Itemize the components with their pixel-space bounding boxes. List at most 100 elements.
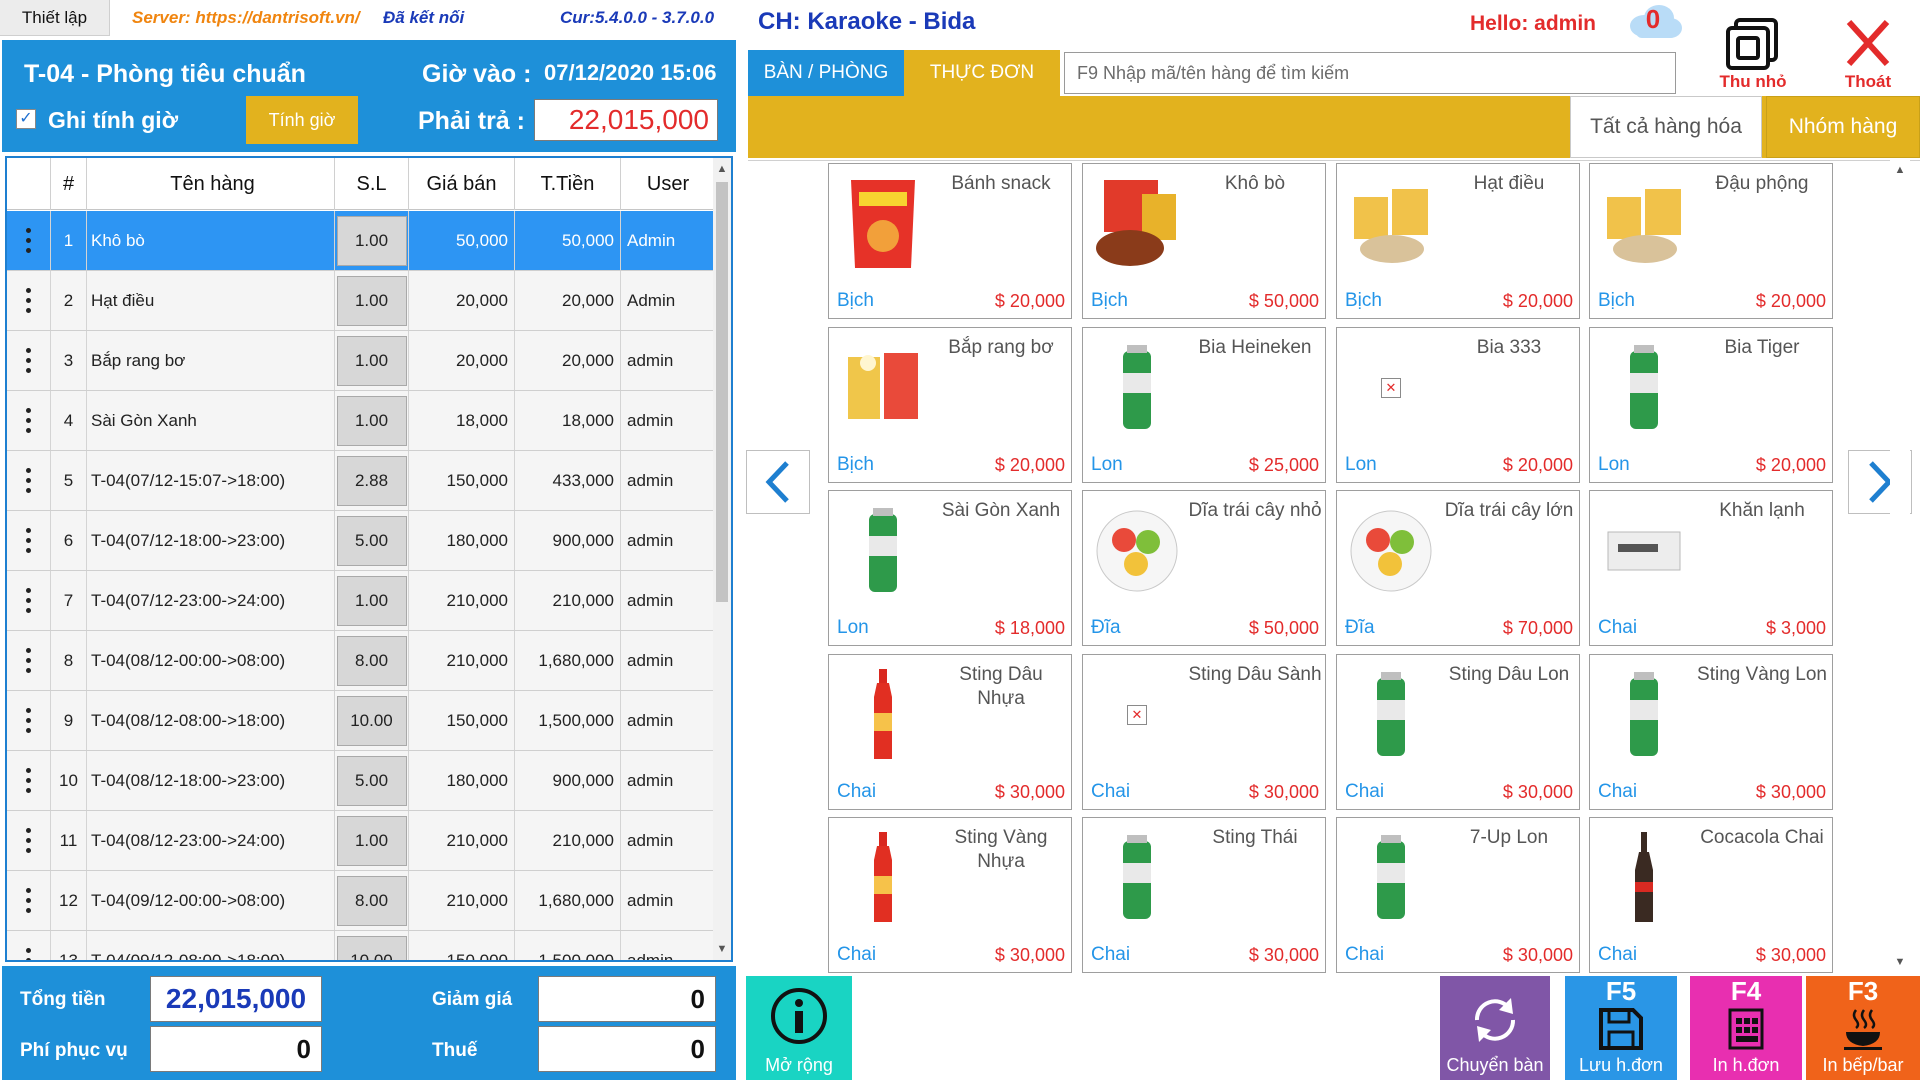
service-fee-input[interactable]: 0 bbox=[150, 1026, 322, 1072]
table-row[interactable]: 8 T-04(08/12-00:00->08:00) 8.00 210,000 1,68… bbox=[7, 631, 715, 691]
row-price: 210,000 bbox=[409, 871, 515, 930]
row-menu-button[interactable] bbox=[7, 631, 51, 690]
save-order-button[interactable]: F5 Lưu h.đơn bbox=[1565, 976, 1677, 1080]
row-quantity-input[interactable]: 8.00 bbox=[336, 875, 407, 926]
tab-menu[interactable]: THỰC ĐƠN bbox=[904, 50, 1060, 96]
row-menu-button[interactable] bbox=[7, 511, 51, 570]
table-row[interactable]: 12 T-04(09/12-00:00->08:00) 8.00 210,000 1,6… bbox=[7, 871, 715, 931]
product-card[interactable]: Cocacola Chai Chai $ 30,000 bbox=[1589, 817, 1833, 973]
product-card[interactable]: Sting Dâu Lon Chai $ 30,000 bbox=[1336, 654, 1580, 810]
product-card[interactable]: Khăn lạnh Chai $ 3,000 bbox=[1589, 490, 1833, 646]
row-menu-button[interactable] bbox=[7, 211, 51, 270]
table-row[interactable]: 9 T-04(08/12-08:00->18:00) 10.00 150,000 1,5… bbox=[7, 691, 715, 751]
discount-input[interactable]: 0 bbox=[538, 976, 716, 1022]
tab-tables-rooms[interactable]: BÀN / PHÒNG bbox=[748, 50, 904, 96]
row-menu-button[interactable] bbox=[7, 331, 51, 390]
notification-cloud[interactable]: 0 bbox=[1626, 2, 1684, 42]
tax-label: Thuế bbox=[432, 1040, 478, 1061]
row-menu-button[interactable] bbox=[7, 571, 51, 630]
settings-button[interactable]: Thiết lập bbox=[0, 0, 110, 36]
product-name: Sting Dâu Lon bbox=[1448, 664, 1570, 685]
all-items-filter-button[interactable]: Tất cả hàng hóa bbox=[1570, 96, 1762, 158]
row-quantity-input[interactable]: 1.00 bbox=[336, 575, 407, 626]
item-group-filter-button[interactable]: Nhóm hàng bbox=[1766, 96, 1920, 158]
can-icon bbox=[1343, 663, 1439, 767]
row-quantity-input[interactable]: 1.00 bbox=[336, 815, 407, 866]
calculate-time-button[interactable]: Tính giờ bbox=[246, 96, 358, 144]
print-order-button[interactable]: F4 In h.đơn bbox=[1690, 976, 1802, 1080]
column-header-number[interactable]: # bbox=[51, 158, 87, 210]
row-quantity-input[interactable]: 10.00 bbox=[336, 935, 407, 960]
product-card[interactable]: Dĩa trái cây lớn Đĩa $ 70,000 bbox=[1336, 490, 1580, 646]
row-quantity-input[interactable]: 5.00 bbox=[336, 755, 407, 806]
product-card[interactable]: Bắp rang bơ Bịch $ 20,000 bbox=[828, 327, 1072, 483]
row-menu-button[interactable] bbox=[7, 811, 51, 870]
exit-button[interactable]: Thoát bbox=[1824, 14, 1912, 94]
row-menu-button[interactable] bbox=[7, 391, 51, 450]
table-row[interactable]: 3 Bắp rang bơ 1.00 20,000 20,000 admin bbox=[7, 331, 715, 391]
row-quantity-input[interactable]: 8.00 bbox=[336, 635, 407, 686]
row-total: 18,000 bbox=[515, 391, 621, 450]
fruit-plate-icon bbox=[1343, 499, 1439, 603]
previous-page-button[interactable] bbox=[746, 450, 810, 514]
move-table-button[interactable]: Chuyển bàn bbox=[1440, 976, 1550, 1080]
column-header-price[interactable]: Giá bán bbox=[409, 158, 515, 210]
product-card[interactable]: ✕ Sting Dâu Sành Chai $ 30,000 bbox=[1082, 654, 1326, 810]
scroll-up-icon[interactable]: ▲ bbox=[713, 160, 731, 178]
row-quantity-input[interactable]: 2.88 bbox=[336, 455, 407, 506]
minimize-button[interactable]: Thu nhỏ bbox=[1712, 14, 1794, 94]
row-quantity-input[interactable]: 1.00 bbox=[336, 335, 407, 386]
row-quantity-input[interactable]: 5.00 bbox=[336, 515, 407, 566]
row-quantity-input[interactable]: 1.00 bbox=[336, 395, 407, 446]
table-row[interactable]: 11 T-04(08/12-23:00->24:00) 1.00 210,000 210… bbox=[7, 811, 715, 871]
table-row[interactable]: 6 T-04(07/12-18:00->23:00) 5.00 180,000 900,… bbox=[7, 511, 715, 571]
column-header-total[interactable]: T.Tiền bbox=[515, 158, 621, 210]
row-menu-button[interactable] bbox=[7, 751, 51, 810]
table-row[interactable]: 7 T-04(07/12-23:00->24:00) 1.00 210,000 210,… bbox=[7, 571, 715, 631]
row-quantity-input[interactable]: 10.00 bbox=[336, 695, 407, 746]
scroll-up-icon[interactable]: ▲ bbox=[1890, 164, 1910, 176]
product-search-input[interactable] bbox=[1064, 52, 1676, 94]
row-menu-button[interactable] bbox=[7, 871, 51, 930]
product-card[interactable]: Dĩa trái cây nhỏ Đĩa $ 50,000 bbox=[1082, 490, 1326, 646]
expand-button[interactable]: Mở rộng bbox=[746, 976, 852, 1080]
print-kitchen-button[interactable]: F3 In bếp/bar bbox=[1806, 976, 1920, 1080]
timer-checkbox[interactable]: ✓ bbox=[16, 109, 36, 129]
product-card[interactable]: Bia Heineken Lon $ 25,000 bbox=[1082, 327, 1326, 483]
table-row[interactable]: 2 Hạt điều 1.00 20,000 20,000 Admin bbox=[7, 271, 715, 331]
table-row[interactable]: 4 Sài Gòn Xanh 1.00 18,000 18,000 admin bbox=[7, 391, 715, 451]
table-row[interactable]: 5 T-04(07/12-15:07->18:00) 2.88 150,000 433,… bbox=[7, 451, 715, 511]
scroll-thumb[interactable] bbox=[716, 182, 728, 602]
kebab-menu-icon bbox=[26, 528, 31, 553]
product-card[interactable]: Sting Dâu Nhựa Chai $ 30,000 bbox=[828, 654, 1072, 810]
product-card[interactable]: Khô bò Bịch $ 50,000 bbox=[1082, 163, 1326, 319]
row-quantity-input[interactable]: 1.00 bbox=[336, 215, 407, 266]
column-header-user[interactable]: User bbox=[621, 158, 715, 210]
product-card[interactable]: Sting Vàng Lon Chai $ 30,000 bbox=[1589, 654, 1833, 810]
product-card[interactable]: Hạt điều Bịch $ 20,000 bbox=[1336, 163, 1580, 319]
scroll-down-icon[interactable]: ▼ bbox=[1890, 956, 1910, 968]
column-header-quantity[interactable]: S.L bbox=[335, 158, 409, 210]
tax-input[interactable]: 0 bbox=[538, 1026, 716, 1072]
row-menu-button[interactable] bbox=[7, 451, 51, 510]
column-header-name[interactable]: Tên hàng bbox=[87, 158, 335, 210]
table-scrollbar[interactable]: ▲ ▼ bbox=[713, 158, 731, 960]
product-card[interactable]: Bia Tiger Lon $ 20,000 bbox=[1589, 327, 1833, 483]
product-grid-scrollbar[interactable]: ▲ ▼ bbox=[1890, 160, 1910, 972]
product-card[interactable]: Sting Vàng Nhựa Chai $ 30,000 bbox=[828, 817, 1072, 973]
table-row[interactable]: 13 T-04(09/12-08:00->18:00) 10.00 150,000 1,… bbox=[7, 931, 715, 960]
table-row[interactable]: 10 T-04(08/12-18:00->23:00) 5.00 180,000 900… bbox=[7, 751, 715, 811]
row-menu-button[interactable] bbox=[7, 691, 51, 750]
product-card[interactable]: Sài Gòn Xanh Lon $ 18,000 bbox=[828, 490, 1072, 646]
row-menu-button[interactable] bbox=[7, 931, 51, 960]
product-card[interactable]: Đậu phộng Bịch $ 20,000 bbox=[1589, 163, 1833, 319]
product-card[interactable]: 7-Up Lon Chai $ 30,000 bbox=[1336, 817, 1580, 973]
product-card[interactable]: Sting Thái Chai $ 30,000 bbox=[1082, 817, 1326, 973]
row-menu-button[interactable] bbox=[7, 271, 51, 330]
row-quantity-input[interactable]: 1.00 bbox=[336, 275, 407, 326]
product-card[interactable]: ✕ Bia 333 Lon $ 20,000 bbox=[1336, 327, 1580, 483]
scroll-down-icon[interactable]: ▼ bbox=[713, 940, 731, 958]
table-row[interactable]: 1 Khô bò 1.00 50,000 50,000 Admin bbox=[7, 211, 715, 271]
row-total: 210,000 bbox=[515, 571, 621, 630]
product-card[interactable]: Bánh snack Bịch $ 20,000 bbox=[828, 163, 1072, 319]
